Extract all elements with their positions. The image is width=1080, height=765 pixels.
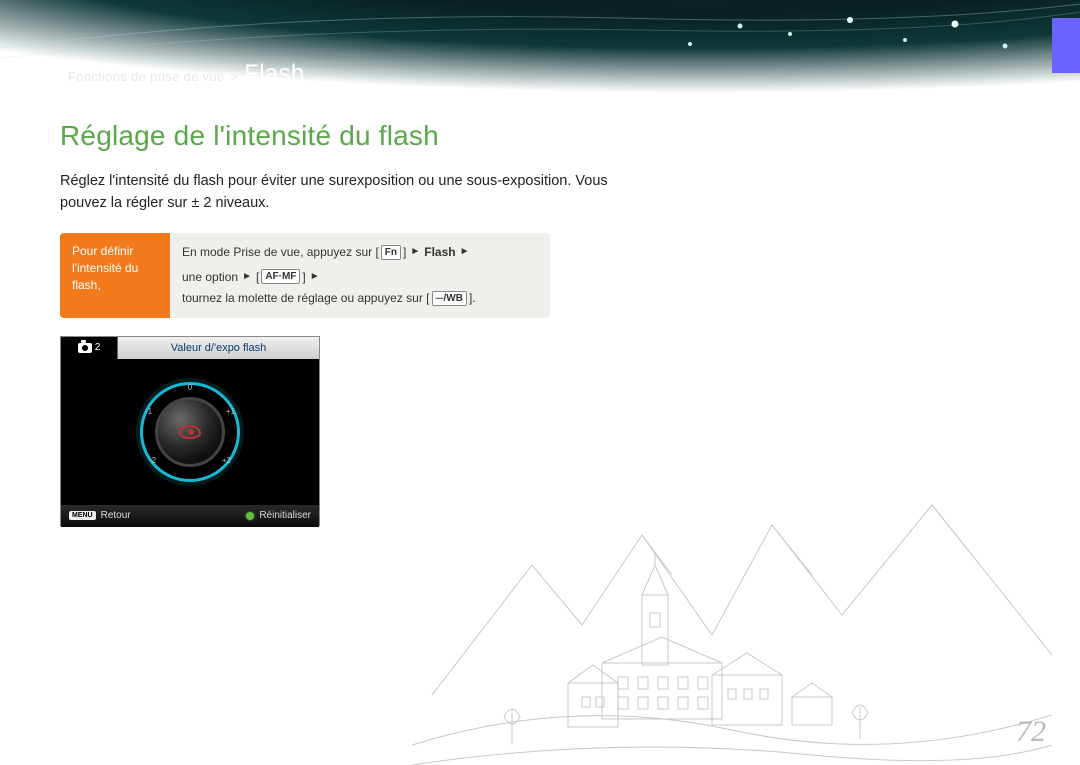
back-label: Retour (101, 510, 131, 521)
lcd-footer: MENU Retour Réinitialiser (61, 505, 319, 527)
arrow-icon: ► (408, 244, 422, 260)
redeye-icon (179, 425, 201, 439)
instruction-row: Pour définir l'intensité du flash, En mo… (60, 233, 550, 318)
breadcrumb-section: Fonctions de prise de vue (68, 69, 224, 84)
tick-plus1: +1 (226, 407, 235, 416)
flash-label: Flash (424, 243, 455, 262)
breadcrumb: Fonctions de prise de vue > Flash (68, 60, 304, 88)
breadcrumb-current: Flash (244, 60, 304, 88)
tick-0: 0 (188, 383, 192, 392)
lcd-header: 2 Valeur d/'expo flash (61, 337, 319, 359)
tick-plus2: +2 (222, 456, 231, 465)
tick-minus1: -1 (145, 407, 152, 416)
camera-lcd: 2 Valeur d/'expo flash 0 -1 +1 -2 +2 MEN… (60, 336, 320, 526)
tick-minus2: -2 (149, 456, 156, 465)
menu-button-icon: MENU (69, 511, 96, 520)
lcd-title: Valeur d/'expo flash (117, 337, 319, 359)
arrow-icon: ► (458, 244, 472, 260)
arrow-icon: ► (240, 269, 254, 285)
dial-center (155, 397, 225, 467)
fn-key: Fn (381, 245, 401, 260)
landscape-illustration (412, 445, 1052, 765)
afmf-key: AF·MF (261, 269, 300, 284)
intro-text: Réglez l'intensité du flash pour éviter … (60, 170, 620, 215)
wb-key: ⏤/WB (432, 291, 467, 306)
reset-label: Réinitialiser (259, 510, 311, 521)
green-dot-icon (246, 512, 254, 520)
lcd-mode: 2 (61, 337, 117, 359)
exposure-dial[interactable]: 0 -1 +1 -2 +2 (140, 382, 240, 482)
instruction-body: En mode Prise de vue, appuyez sur [Fn] ►… (170, 233, 550, 318)
side-tab (1052, 18, 1080, 73)
instruction-label: Pour définir l'intensité du flash, (60, 233, 170, 318)
page-number: 72 (1016, 715, 1046, 749)
page-title: Réglage de l'intensité du flash (60, 120, 620, 152)
breadcrumb-sep: > (230, 69, 238, 84)
dial-area: 0 -1 +1 -2 +2 (61, 359, 319, 505)
camera-icon (78, 343, 92, 353)
mode-suffix: 2 (95, 342, 101, 353)
arrow-icon: ► (308, 269, 322, 285)
